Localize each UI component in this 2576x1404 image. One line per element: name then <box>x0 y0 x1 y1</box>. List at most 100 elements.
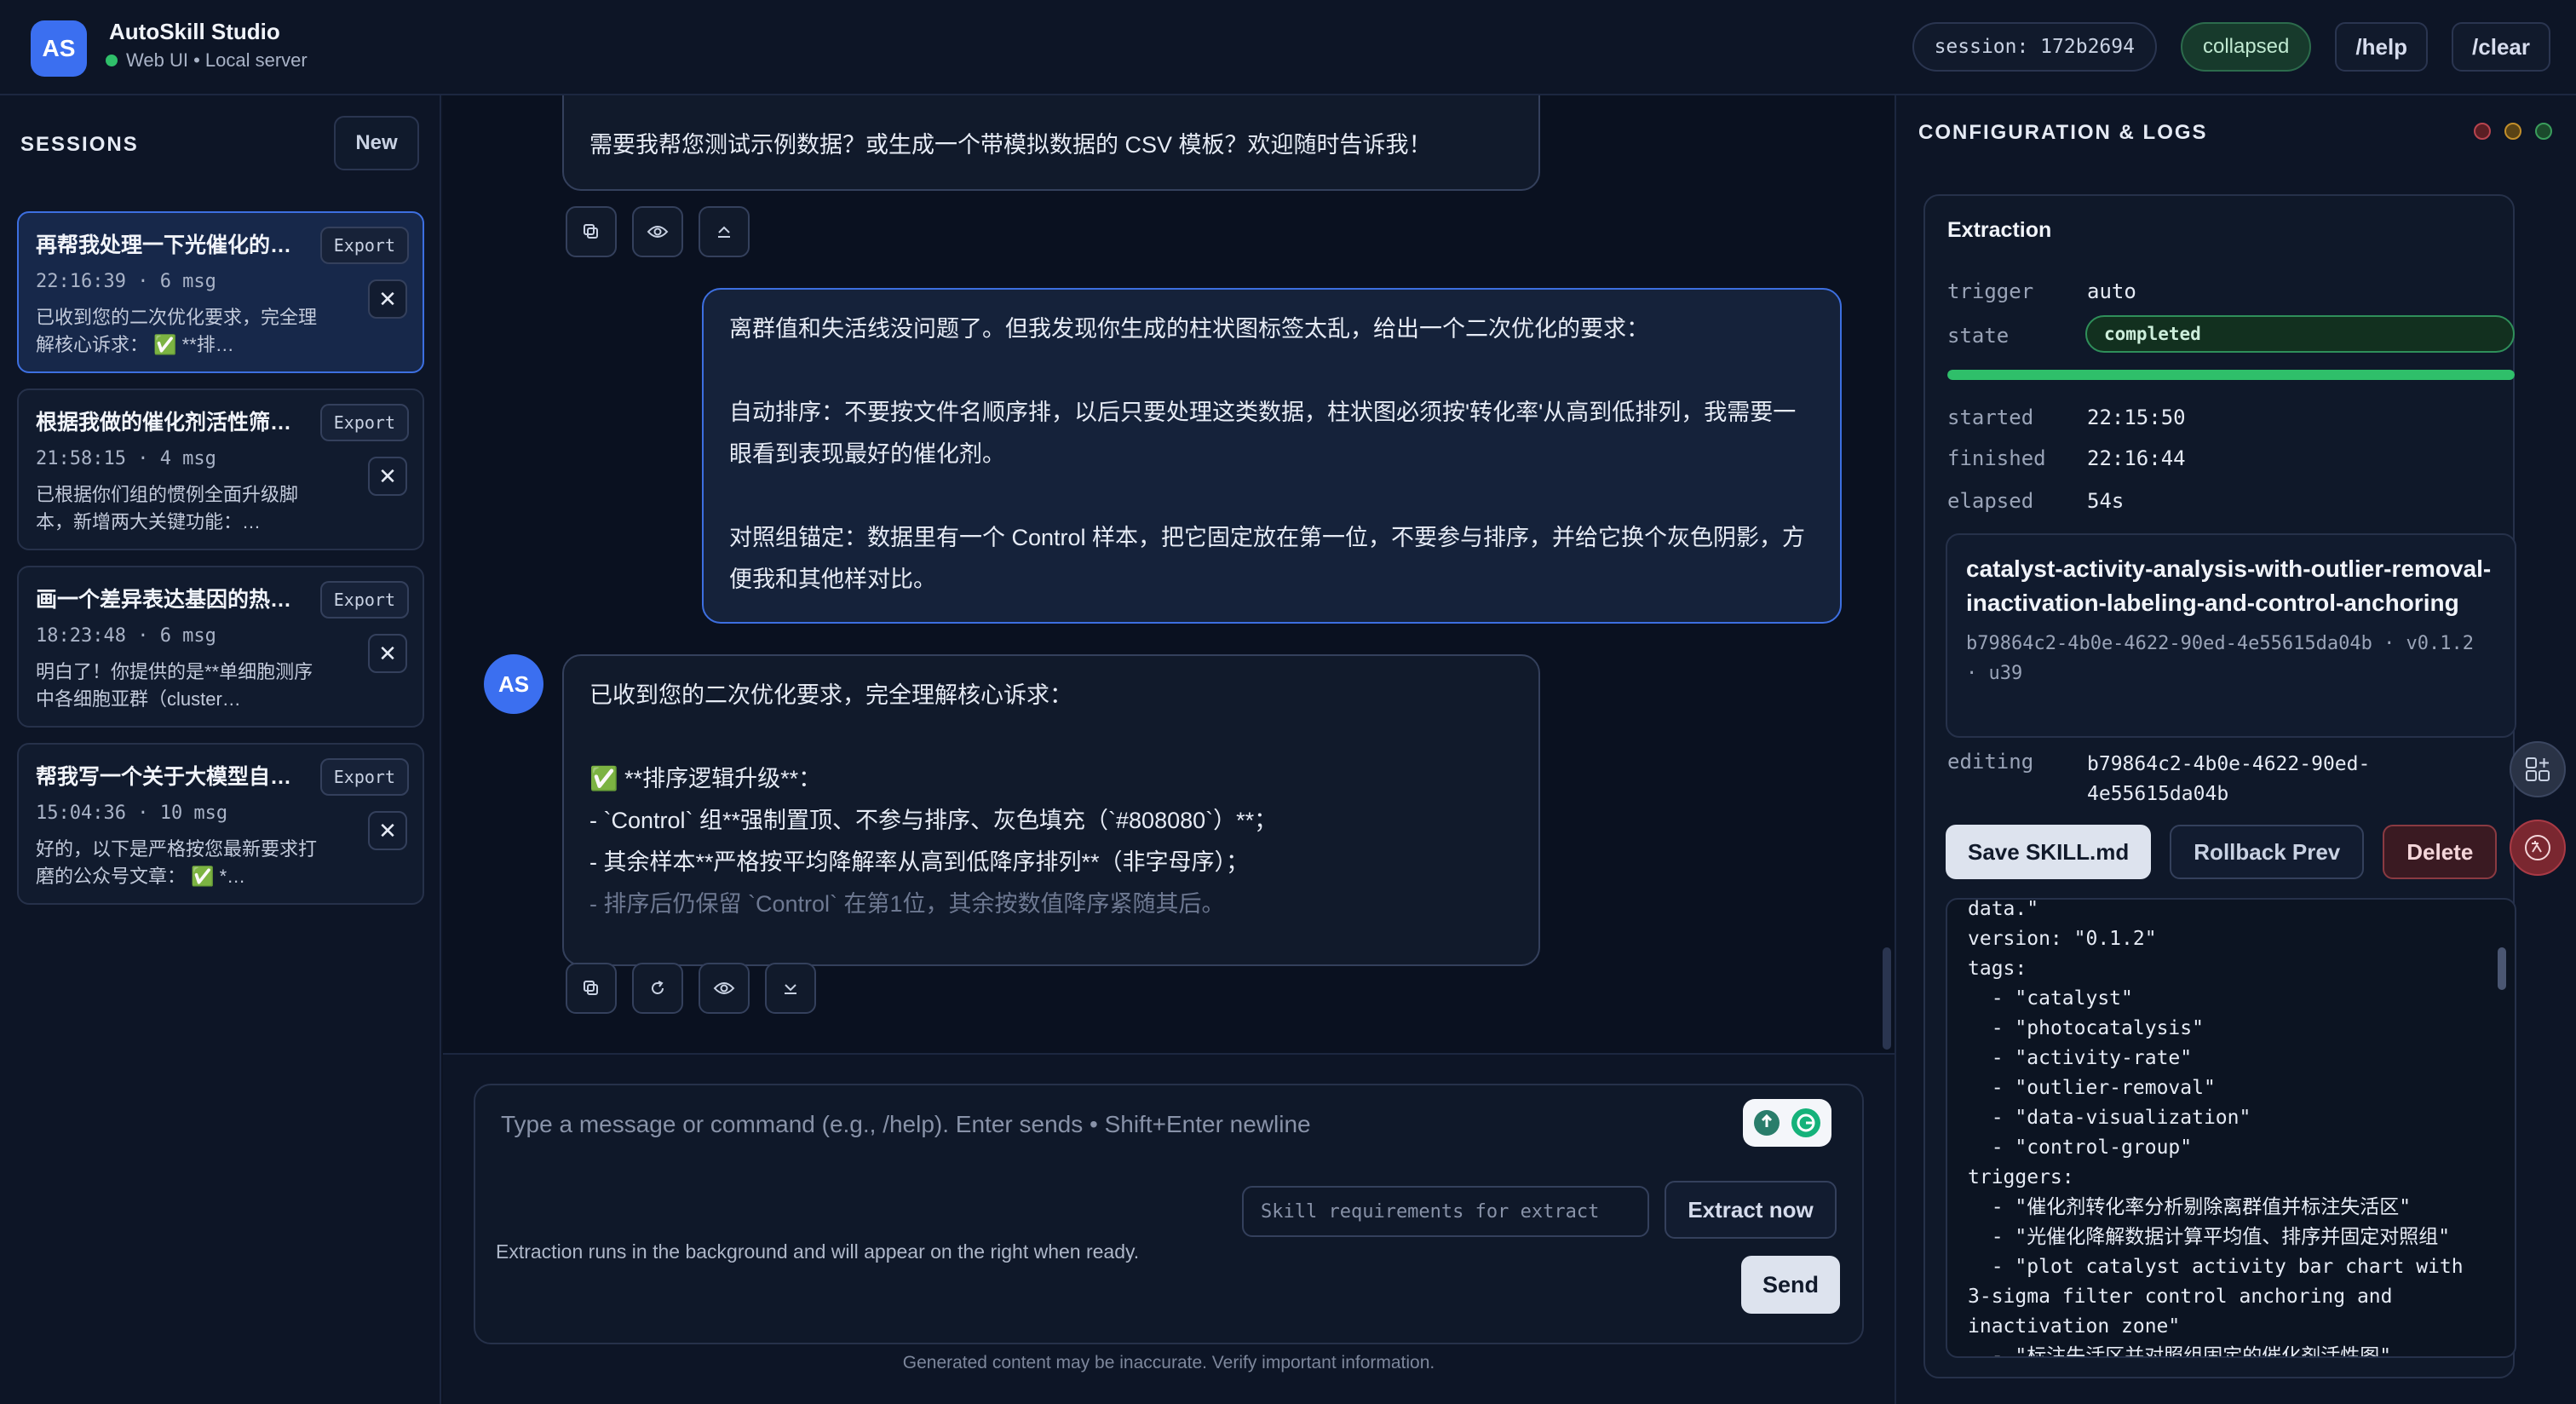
export-button[interactable]: Export <box>319 404 409 441</box>
message-composer[interactable]: Type a message or command (e.g., /help).… <box>474 1084 1864 1344</box>
regenerate-icon[interactable] <box>632 963 683 1014</box>
export-button[interactable]: Export <box>319 581 409 619</box>
elapsed-value: 54s <box>2087 489 2125 513</box>
window-controls <box>2474 123 2552 140</box>
message-line: ✅ **排序逻辑升级**： <box>589 766 822 791</box>
copy-icon[interactable] <box>566 206 617 257</box>
clear-button[interactable]: /clear <box>2452 22 2550 72</box>
eye-icon[interactable] <box>699 963 750 1014</box>
skill-summary: catalyst-activity-analysis-with-outlier-… <box>1946 533 2516 738</box>
server-status: Web UI • Local server <box>106 49 308 72</box>
close-icon[interactable]: ✕ <box>368 279 407 319</box>
chat-transcript: 需要我帮您测试示例数据？或生成一个带模拟数据的 CSV 模板？欢迎随时告诉我！ … <box>443 95 1895 1053</box>
apps-icon[interactable] <box>2510 741 2566 797</box>
session-item[interactable]: 画一个差异表达基因的热图… 18:23:48 · 6 msg 明白了！你提供的是… <box>17 566 424 728</box>
export-button[interactable]: Export <box>319 227 409 264</box>
message-paragraph: 离群值和失活线没问题了。但我发现你生成的柱状图标签太乱，给出一个二次优化的要求： <box>729 316 1649 342</box>
skill-requirements-input[interactable]: Skill requirements for extract <box>1242 1186 1649 1237</box>
help-button[interactable]: /help <box>2335 22 2429 72</box>
send-button[interactable]: Send <box>1741 1256 1840 1314</box>
config-logs-panel: CONFIGURATION & LOGS Extraction trigger … <box>1895 95 2576 1404</box>
collapsed-toggle[interactable]: collapsed <box>2180 22 2312 72</box>
message-paragraph: 自动排序：不要按文件名顺序排，以后只要处理这类数据，柱状图必须按'转化率'从高到… <box>729 400 1797 467</box>
eye-icon[interactable] <box>632 206 683 257</box>
maximize-dot-icon[interactable] <box>2535 123 2552 140</box>
message-text: 需要我帮您测试示例数据？或生成一个带模拟数据的 CSV 模板？欢迎随时告诉我！ <box>589 132 1432 158</box>
session-meta: 21:58:15 · 4 msg <box>36 448 216 469</box>
session-preview: 好的，以下是严格按您最新要求打磨的公众号文章： ✅ *… <box>36 838 317 887</box>
app-title: AutoSkill Studio <box>109 19 280 44</box>
save-skill-button[interactable]: Save SKILL.md <box>1946 825 2152 879</box>
session-item[interactable]: 帮我写一个关于大模型自进化… 15:04:36 · 10 msg 好的，以下是严… <box>17 743 424 905</box>
editing-value: b79864c2-4b0e-4622-90ed-4e55615da04b <box>2087 753 2371 805</box>
close-icon[interactable]: ✕ <box>368 811 407 850</box>
composer-area: Type a message or command (e.g., /help).… <box>443 1053 1895 1404</box>
skill-editor[interactable]: data." version: "0.1.2" tags: - "catalys… <box>1946 898 2516 1358</box>
editor-scrollbar[interactable] <box>2498 947 2506 990</box>
state-badge: completed <box>2085 315 2515 353</box>
trigger-value: auto <box>2087 279 2136 303</box>
session-item[interactable]: 根据我做的催化剂活性筛选数据… 21:58:15 · 4 msg 已根据你们组的… <box>17 388 424 550</box>
translate-icon[interactable] <box>2510 820 2566 876</box>
finished-value: 22:16:44 <box>2087 446 2186 470</box>
sessions-title: SESSIONS <box>20 133 139 156</box>
close-dot-icon[interactable] <box>2474 123 2491 140</box>
message-line: - 其余样本**严格按平均降解率从高到低降序排列**（非字母序）； <box>589 849 1250 875</box>
session-title: 画一个差异表达基因的热图… <box>36 588 308 612</box>
close-icon[interactable]: ✕ <box>368 457 407 496</box>
session-preview: 已根据你们组的惯例全面升级脚本，新增两大关键功能：… <box>36 484 299 532</box>
message-paragraph: 对照组锚定：数据里有一个 Control 样本，把它固定放在第一位，不要参与排序… <box>729 525 1806 592</box>
extraction-title: Extraction <box>1947 218 2052 242</box>
app-logo: AS <box>31 20 87 77</box>
state-label: state <box>1947 324 2010 348</box>
expand-down-icon[interactable] <box>765 963 816 1014</box>
session-meta: 15:04:36 · 10 msg <box>36 803 228 824</box>
assistant-avatar: AS <box>484 654 543 714</box>
editing-label: editing <box>1947 750 2034 774</box>
new-session-button[interactable]: New <box>334 116 419 170</box>
minimize-dot-icon[interactable] <box>2504 123 2521 140</box>
sessions-sidebar: SESSIONS New 再帮我处理一下光催化的数据… 22:16:39 · 6… <box>0 95 441 1404</box>
assistant-message: 已收到您的二次优化要求，完全理解核心诉求： ✅ **排序逻辑升级**： - `C… <box>562 654 1540 966</box>
session-title: 帮我写一个关于大模型自进化… <box>36 765 308 789</box>
delete-button[interactable]: Delete <box>2383 825 2498 879</box>
message-line: - `Control` 组**强制置顶、不参与排序、灰色填充（`#808080`… <box>589 808 1278 833</box>
copy-icon[interactable] <box>566 963 617 1014</box>
chat-scrollbar[interactable] <box>1883 947 1891 1050</box>
user-message: 离群值和失活线没问题了。但我发现你生成的柱状图标签太乱，给出一个二次优化的要求：… <box>702 288 1842 624</box>
extraction-progress <box>1947 370 2515 380</box>
status-dot-icon <box>106 55 118 66</box>
close-icon[interactable]: ✕ <box>368 634 407 673</box>
message-line: 已收到您的二次优化要求，完全理解核心诉求： <box>589 682 1072 708</box>
server-status-label: Web UI • Local server <box>126 49 308 71</box>
session-preview: 明白了！你提供的是**单细胞测序中各细胞亚群（cluster… <box>36 661 313 710</box>
panel-title: CONFIGURATION & LOGS <box>1918 121 2208 144</box>
session-meta: 22:16:39 · 6 msg <box>36 271 216 292</box>
message-line: - 排序后仍保留 `Control` 在第1位，其余按数值降序紧随其后。 <box>589 891 1225 917</box>
elapsed-label: elapsed <box>1947 489 2034 513</box>
top-header: AS AutoSkill Studio Web UI • Local serve… <box>0 0 2576 95</box>
skill-name: catalyst-activity-analysis-with-outlier-… <box>1966 555 2492 616</box>
assistant-message: 需要我帮您测试示例数据？或生成一个带模拟数据的 CSV 模板？欢迎随时告诉我！ <box>562 95 1540 191</box>
rollback-button[interactable]: Rollback Prev <box>2170 825 2365 879</box>
trigger-label: trigger <box>1947 279 2034 303</box>
skill-code[interactable]: data." version: "0.1.2" tags: - "catalys… <box>1968 900 2496 1356</box>
export-button[interactable]: Export <box>319 758 409 796</box>
disclaimer: Generated content may be inaccurate. Ver… <box>902 1353 1435 1372</box>
session-item[interactable]: 再帮我处理一下光催化的数据… 22:16:39 · 6 msg 已收到您的二次优… <box>17 211 424 373</box>
progress-fill <box>1947 370 2515 380</box>
session-preview: 已收到您的二次优化要求，完全理解核心诉求： ✅ **排… <box>36 307 317 355</box>
session-meta: 18:23:48 · 6 msg <box>36 625 216 647</box>
started-value: 22:15:50 <box>2087 406 2186 429</box>
message-input[interactable]: Type a message or command (e.g., /help).… <box>501 1111 1311 1138</box>
collapse-up-icon[interactable] <box>699 206 750 257</box>
finished-label: finished <box>1947 446 2046 470</box>
session-id-badge: session: 172b2694 <box>1912 22 2157 72</box>
grammar-extension-icon[interactable] <box>1743 1099 1831 1147</box>
extract-now-button[interactable]: Extract now <box>1665 1181 1837 1239</box>
session-title: 根据我做的催化剂活性筛选数据… <box>36 411 308 434</box>
started-label: started <box>1947 406 2034 429</box>
extraction-card: Extraction trigger auto state completed … <box>1923 194 2516 1378</box>
skill-version: b79864c2-4b0e-4622-90ed-4e55615da04b · v… <box>1966 633 2475 684</box>
extraction-note: Extraction runs in the background and wi… <box>496 1240 1140 1263</box>
